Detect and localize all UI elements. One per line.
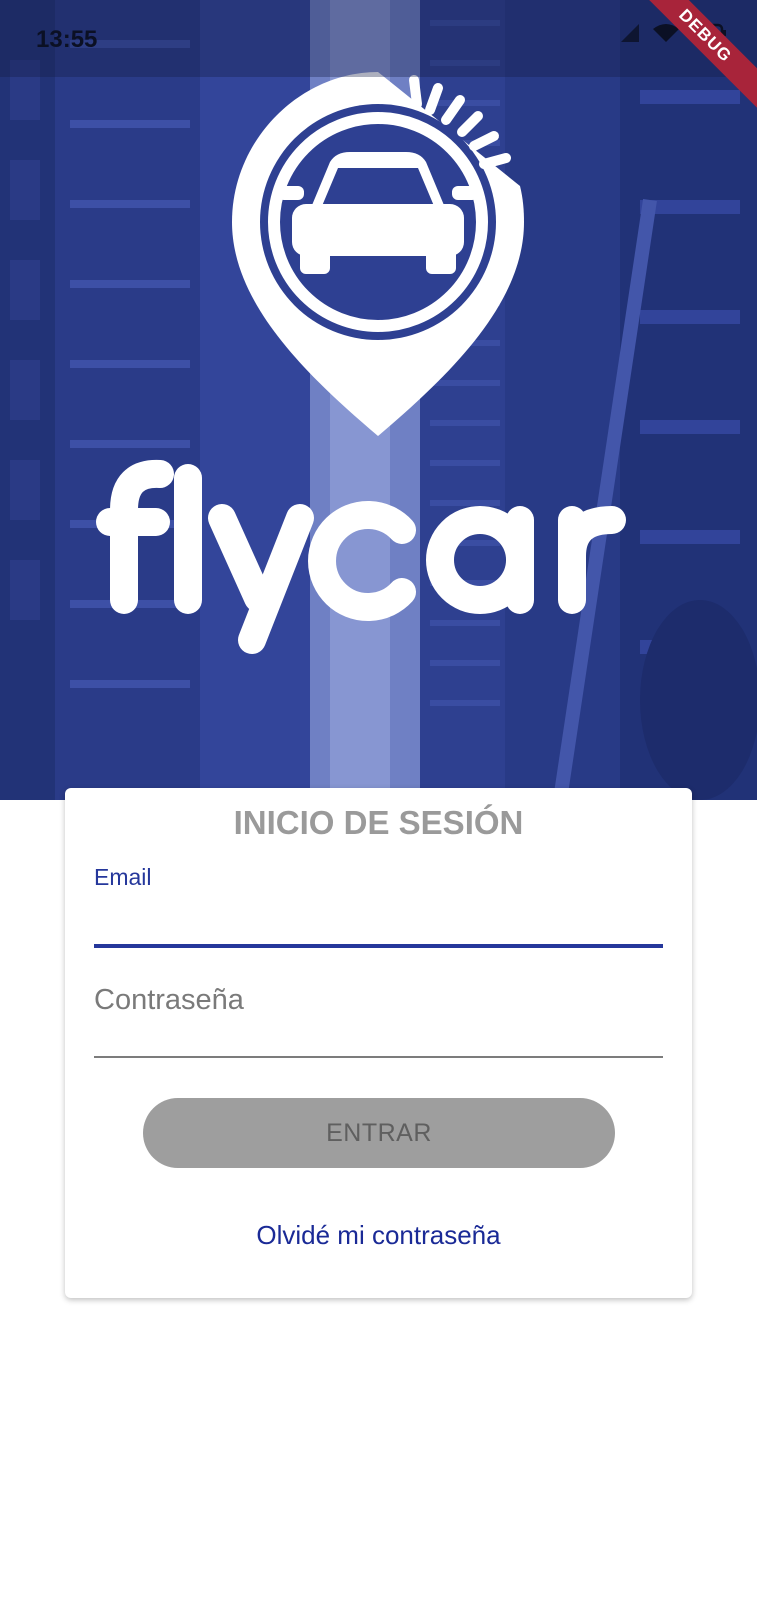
status-bar: 13:55: [0, 0, 757, 77]
password-underline: [94, 1056, 663, 1058]
password-placeholder: Contraseña: [94, 984, 244, 1016]
login-title: INICIO DE SESIÓN: [233, 804, 524, 841]
forgot-password-link[interactable]: Olvidé mi contraseña: [65, 1220, 692, 1251]
login-card: INICIO DE SESIÓN Email Contraseña ENTRAR…: [65, 788, 692, 1298]
email-field[interactable]: Email: [94, 864, 663, 948]
enter-button[interactable]: ENTRAR: [143, 1098, 615, 1168]
signal-icon: [621, 24, 639, 42]
email-label: Email: [94, 864, 152, 890]
email-underline: [94, 944, 663, 948]
password-field[interactable]: Contraseña: [94, 984, 663, 1058]
status-time: 13:55: [36, 26, 98, 53]
flycar-logo: [96, 72, 626, 654]
hero-background: 13:55 DEBUG: [0, 0, 757, 800]
